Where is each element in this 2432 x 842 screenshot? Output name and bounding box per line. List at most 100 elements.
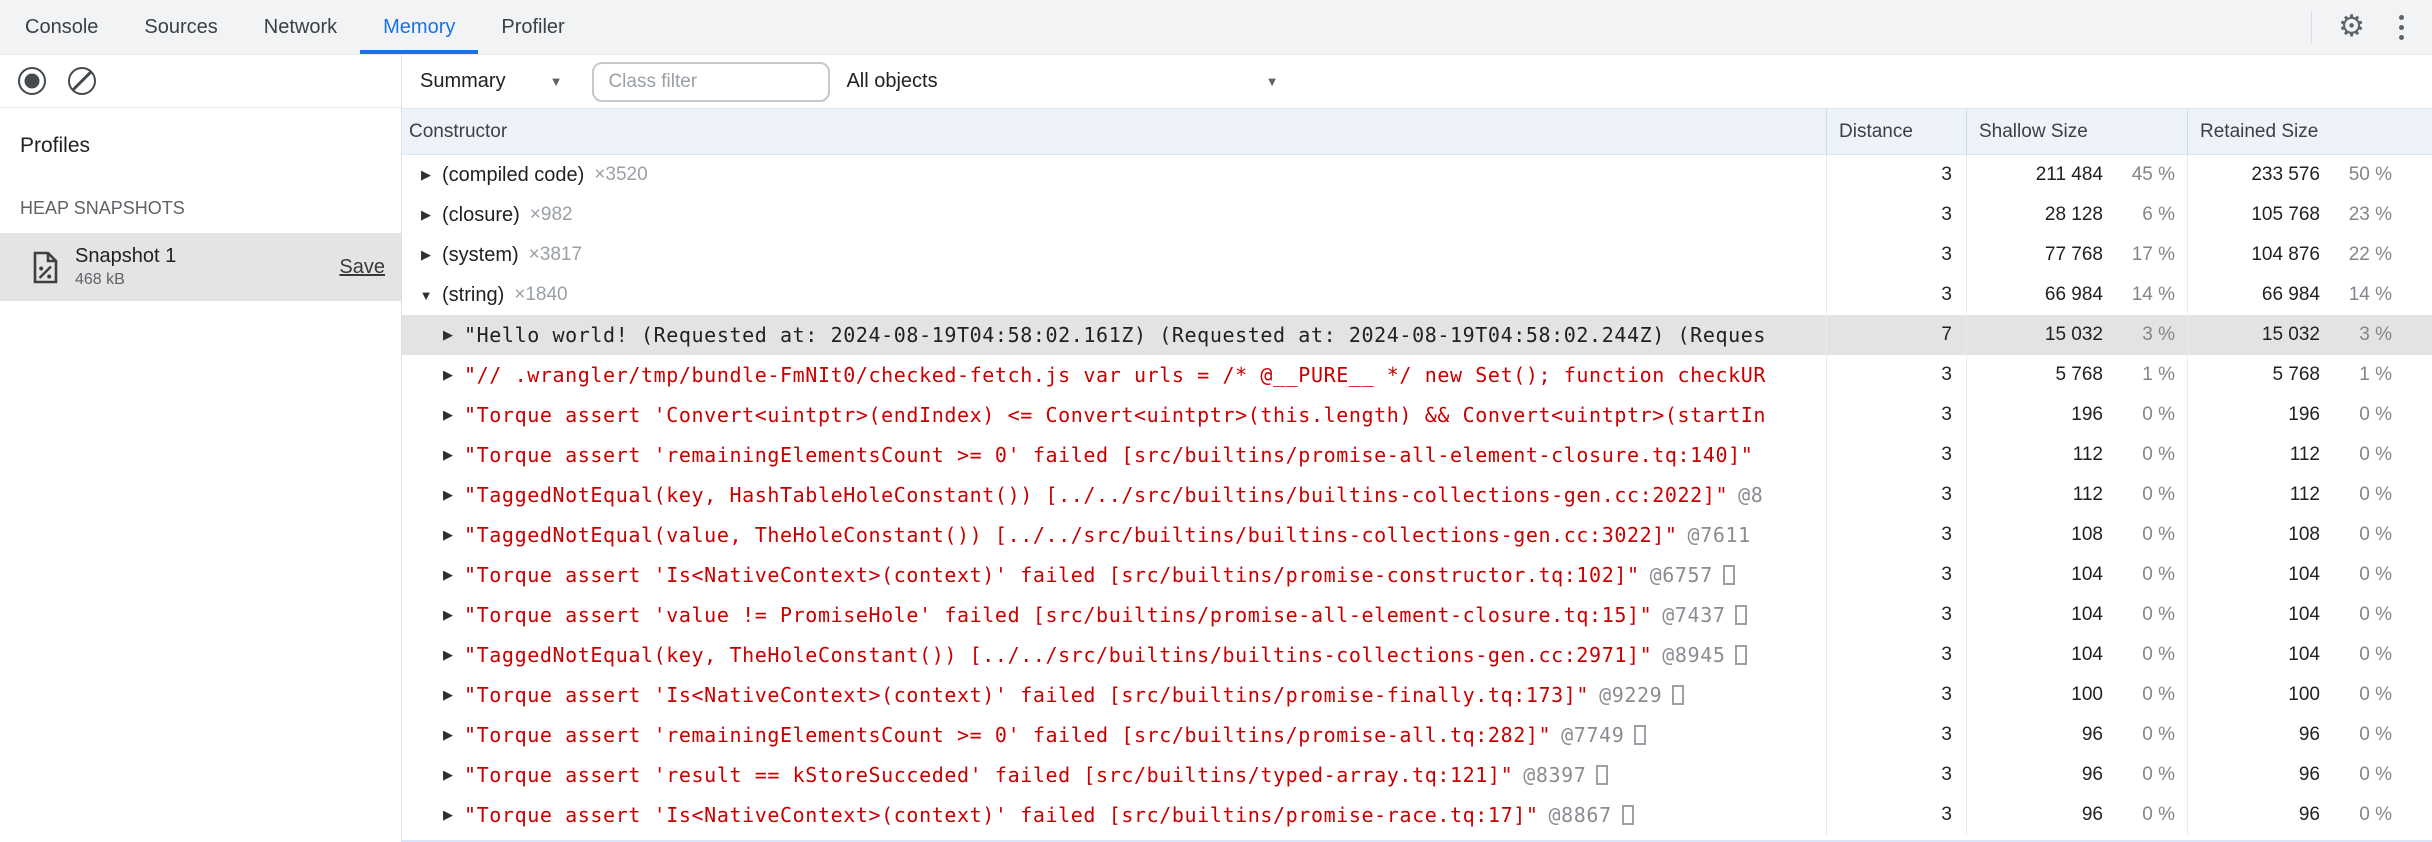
toolbar-divider — [2311, 11, 2313, 43]
retained-size-percent: 0 % — [2359, 684, 2392, 705]
disclosure-triangle-icon[interactable]: ▶ — [440, 767, 456, 783]
snapshot-name: Snapshot 1 — [75, 245, 177, 267]
constructor-name: "Torque assert 'Is<NativeContext>(contex… — [464, 563, 1640, 587]
table-row[interactable]: ▶ "TaggedNotEqual(key, TheHoleConstant()… — [402, 635, 2432, 675]
column-header-distance[interactable]: Distance — [1826, 109, 1966, 154]
constructor-cell: ▶ "Torque assert 'Is<NativeContext>(cont… — [402, 795, 1826, 835]
retained-size-value: 66 984 — [2261, 284, 2320, 305]
distance-cell: 3 — [1826, 675, 1966, 715]
shallow-size-value: 196 — [2071, 404, 2103, 425]
shallow-size-value: 15 032 — [2044, 324, 2103, 345]
constructor-cell: ▶ "TaggedNotEqual(value, TheHoleConstant… — [402, 515, 1826, 555]
table-row[interactable]: ▶ "Torque assert 'remainingElementsCount… — [402, 435, 2432, 475]
disclosure-triangle-icon[interactable]: ▶ — [440, 607, 456, 623]
tab-console[interactable]: Console — [2, 0, 121, 54]
more-options-icon[interactable] — [2395, 11, 2408, 44]
disclosure-triangle-icon[interactable]: ▶ — [440, 447, 456, 463]
table-row[interactable]: ▶ "Torque assert 'Is<NativeContext>(cont… — [402, 555, 2432, 595]
retained-size-value: 104 — [2288, 564, 2320, 585]
snapshot-item[interactable]: Snapshot 1 468 kB Save — [0, 233, 401, 301]
instance-count: ×982 — [529, 204, 573, 225]
devtools-tabbar: Console Sources Network Memory Profiler … — [0, 0, 2432, 55]
disclosure-triangle-icon[interactable]: ▶ — [440, 407, 456, 423]
constructor-name: "TaggedNotEqual(value, TheHoleConstant()… — [464, 523, 1678, 547]
shallow-size-cell: 104 0 % — [1966, 635, 2187, 675]
column-header-shallow-size[interactable]: Shallow Size — [1966, 109, 2187, 154]
retained-size-percent: 1 % — [2359, 364, 2392, 385]
shallow-size-cell: 96 0 % — [1966, 755, 2187, 795]
disclosure-triangle-icon[interactable]: ▶ — [440, 327, 456, 343]
clear-profiles-icon[interactable] — [68, 67, 96, 95]
constructor-cell: ▶ "Torque assert 'Is<NativeContext>(cont… — [402, 555, 1826, 595]
table-row[interactable]: ▶ (system) ×3817 3 77 768 17 % 104 876 2… — [402, 235, 2432, 275]
table-row[interactable]: ▶ "// .wrangler/tmp/bundle-FmNIt0/checke… — [402, 355, 2432, 395]
disclosure-triangle-icon[interactable]: ▶ — [440, 527, 456, 543]
constructor-cell: ▶ "Hello world! (Requested at: 2024-08-1… — [402, 315, 1826, 355]
disclosure-triangle-icon[interactable]: ▶ — [440, 367, 456, 383]
retained-size-cell: 105 768 23 % — [2187, 195, 2432, 235]
disclosure-triangle-icon[interactable]: ▶ — [440, 807, 456, 823]
retained-size-percent: 3 % — [2359, 324, 2392, 345]
tab-network[interactable]: Network — [241, 0, 360, 54]
disclosure-triangle-icon[interactable]: ▶ — [440, 487, 456, 503]
shallow-size-cell: 28 128 6 % — [1966, 195, 2187, 235]
table-row[interactable]: ▶ "Torque assert 'result == kStoreSucced… — [402, 755, 2432, 795]
retained-size-value: 15 032 — [2261, 324, 2320, 345]
disclosure-triangle-icon[interactable]: ▶ — [418, 247, 434, 263]
disclosure-triangle-icon[interactable]: ▶ — [440, 647, 456, 663]
constructor-cell: ▼ (string) ×1840 — [402, 275, 1826, 315]
shallow-size-cell: 196 0 % — [1966, 395, 2187, 435]
table-row[interactable]: ▶ "Torque assert 'Convert<uintptr>(endIn… — [402, 395, 2432, 435]
retained-size-percent: 0 % — [2359, 444, 2392, 465]
tab-memory[interactable]: Memory — [360, 0, 479, 54]
table-row[interactable]: ▶ "TaggedNotEqual(value, TheHoleConstant… — [402, 515, 2432, 555]
retained-size-value: 108 — [2288, 524, 2320, 545]
shallow-size-value: 104 — [2071, 644, 2103, 665]
retained-size-cell: 100 0 % — [2187, 675, 2432, 715]
table-row[interactable]: ▶ "Torque assert 'Is<NativeContext>(cont… — [402, 675, 2432, 715]
missing-glyph-box-icon — [1634, 725, 1647, 745]
shallow-size-percent: 0 % — [2142, 404, 2175, 425]
tab-sources[interactable]: Sources — [121, 0, 240, 54]
shallow-size-percent: 0 % — [2142, 804, 2175, 825]
table-row[interactable]: ▶ "Torque assert 'remainingElementsCount… — [402, 715, 2432, 755]
disclosure-triangle-icon[interactable]: ▶ — [418, 207, 434, 223]
shallow-size-percent: 0 % — [2142, 564, 2175, 585]
table-row[interactable]: ▶ "Hello world! (Requested at: 2024-08-1… — [402, 315, 2432, 355]
tab-profiler[interactable]: Profiler — [478, 0, 587, 54]
table-row[interactable]: ▶ "TaggedNotEqual(key, HashTableHoleCons… — [402, 475, 2432, 515]
distance-cell: 3 — [1826, 235, 1966, 275]
instance-count: ×3520 — [594, 164, 648, 185]
settings-gear-icon[interactable]: ⚙ — [2338, 12, 2365, 42]
table-row[interactable]: ▼ (string) ×1840 3 66 984 14 % 66 984 14… — [402, 275, 2432, 315]
class-filter-input[interactable] — [592, 61, 831, 102]
constructor-name: (system) — [442, 243, 519, 266]
table-row[interactable]: ▶ "Torque assert 'value != PromiseHole' … — [402, 595, 2432, 635]
column-header-constructor[interactable]: Constructor — [402, 121, 1826, 143]
disclosure-triangle-icon[interactable]: ▶ — [440, 567, 456, 583]
disclosure-triangle-icon[interactable]: ▶ — [440, 727, 456, 743]
retained-size-value: 104 — [2288, 604, 2320, 625]
table-row[interactable]: ▶ (closure) ×982 3 28 128 6 % 105 768 23… — [402, 195, 2432, 235]
perspective-select[interactable]: Summary ▼ — [420, 70, 562, 93]
table-row[interactable]: ▶ (compiled code) ×3520 3 211 484 45 % 2… — [402, 155, 2432, 195]
distance-cell: 3 — [1826, 275, 1966, 315]
retained-size-value: 96 — [2298, 764, 2320, 785]
disclosure-triangle-icon[interactable]: ▶ — [440, 687, 456, 703]
record-heap-snapshot-icon[interactable] — [18, 67, 46, 95]
constructor-cell: ▶ (system) ×3817 — [402, 235, 1826, 275]
missing-glyph-box-icon — [1596, 765, 1609, 785]
profiles-toolbar — [0, 55, 401, 108]
retained-size-percent: 0 % — [2359, 564, 2392, 585]
column-header-retained-size[interactable]: Retained Size — [2187, 109, 2432, 154]
object-scope-select-value: All objects — [846, 70, 938, 92]
disclosure-triangle-icon[interactable]: ▼ — [418, 288, 434, 303]
profiles-title: Profiles — [20, 134, 91, 157]
snapshot-save-link[interactable]: Save — [339, 256, 385, 279]
object-scope-select[interactable]: All objects ▼ — [846, 70, 1278, 93]
distance-cell: 3 — [1826, 635, 1966, 675]
disclosure-triangle-icon[interactable]: ▶ — [418, 167, 434, 183]
snapshot-size: 468 kB — [75, 271, 125, 288]
table-row[interactable]: ▶ "Torque assert 'Is<NativeContext>(cont… — [402, 795, 2432, 835]
shallow-size-percent: 6 % — [2142, 204, 2175, 225]
